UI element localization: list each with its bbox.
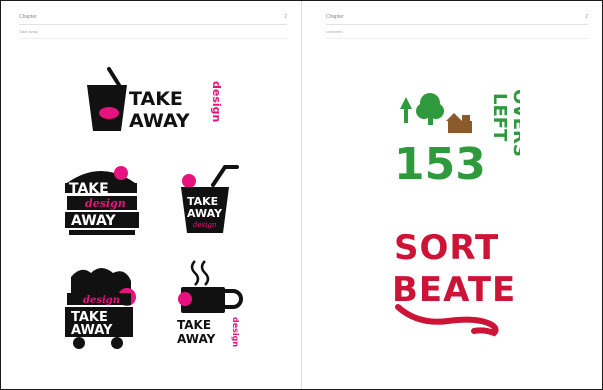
sort-beate-logo: SORT BEATE — [392, 228, 516, 337]
sort-beate-line1: SORT — [394, 228, 499, 268]
left-page: Chapter 2 Take Away TAKE AWAY design TAK… — [1, 1, 301, 389]
left-page-header: Chapter 2 — [19, 14, 287, 25]
left-header-number: 2 — [284, 14, 287, 20]
fries-logo-line2: AWAY — [71, 323, 113, 338]
take-away-mug-logo: TAKE AWAY design — [177, 260, 243, 347]
mug-logo-line2: AWAY — [177, 332, 216, 346]
mug-logo-line1: TAKE — [177, 318, 211, 332]
left-page-subheader: Take Away — [19, 28, 287, 39]
left-header-title: Chapter — [19, 14, 37, 20]
sort-beate-line2: BEATE — [392, 270, 516, 310]
burger-logo-line1: TAKE — [69, 181, 109, 197]
document-spread: Chapter 2 Take Away TAKE AWAY design TAK… — [0, 0, 603, 390]
main-logo-script: design — [210, 81, 223, 122]
main-logo-line1: TAKE — [129, 88, 183, 110]
leftovers-number: 153 — [394, 139, 486, 185]
right-page: Chapter 2 Leftovers 153 LEFT OVERS SORT — [302, 1, 602, 389]
right-subheader-text: Leftovers — [326, 29, 343, 34]
main-logo-line2: AWAY — [129, 110, 190, 132]
burger-logo-script: design — [85, 197, 126, 210]
drip-swash — [395, 304, 499, 337]
small-tree-icon — [400, 97, 412, 109]
fries-logo-script: design — [83, 295, 120, 306]
house-icon — [446, 113, 462, 121]
right-page-subheader: Leftovers — [326, 28, 588, 39]
right-header-number: 2 — [585, 14, 588, 20]
cup-logo-line2: AWAY — [187, 207, 223, 220]
leftovers-logo: 153 LEFT OVERS — [394, 89, 520, 185]
cup-logo-script: design — [193, 221, 217, 229]
take-away-fries-logo: design TAKE AWAY — [65, 268, 136, 349]
take-away-burger-logo: TAKE design AWAY — [65, 166, 139, 235]
leftovers-line1: LEFT — [489, 93, 510, 142]
left-subheader-text: Take Away — [19, 29, 39, 34]
right-header-title: Chapter — [326, 14, 344, 20]
take-away-cup-logo: TAKE AWAY design — [181, 165, 239, 233]
mug-logo-script: design — [231, 317, 240, 347]
take-away-main-logo: TAKE AWAY design — [87, 67, 223, 132]
leftovers-line2: OVERS — [509, 89, 520, 157]
right-page-header: Chapter 2 — [326, 14, 588, 25]
burger-logo-line2: AWAY — [71, 213, 117, 229]
